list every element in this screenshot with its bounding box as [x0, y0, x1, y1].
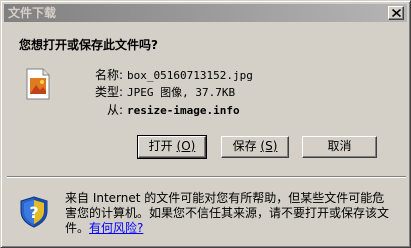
open-button[interactable]: 打开 (O): [137, 135, 207, 159]
window-title: 文件下载: [8, 6, 57, 20]
security-warning: 来自 Internet 的文件可能对您有所帮助，但某些文件可能危害您的计算机。如…: [65, 191, 395, 236]
save-button-label: 保存: [232, 139, 257, 153]
file-name-value: box_05160713152.jpg: [127, 69, 253, 82]
download-question: 您想打开或保存此文件吗?: [19, 38, 158, 52]
jpeg-file-icon: [26, 68, 50, 100]
open-button-label: 打开: [148, 139, 173, 153]
close-button[interactable]: [388, 6, 404, 20]
cancel-button-label: 取消: [327, 139, 352, 153]
svg-text:?: ?: [29, 203, 38, 222]
save-button[interactable]: 保存 (S): [221, 136, 289, 158]
title-bar[interactable]: 文件下载: [4, 4, 407, 22]
save-button-accel: (S): [260, 139, 278, 153]
open-button-accel: (O): [176, 139, 196, 153]
file-download-dialog: 文件下载 您想打开或保存此文件吗? 名称: box_05160713152.jp…: [0, 0, 411, 248]
divider: [7, 176, 406, 178]
from-label: 从:: [106, 103, 123, 117]
type-label: 类型:: [94, 85, 123, 99]
source-value: resize-image.info: [127, 104, 240, 117]
close-icon: [392, 9, 401, 17]
what-is-the-risk-link[interactable]: 有何风险?: [89, 221, 143, 235]
security-shield-icon: ?: [20, 196, 48, 228]
name-label: 名称:: [94, 68, 123, 82]
cancel-button[interactable]: 取消: [302, 136, 377, 158]
file-type-value: JPEG 图像, 37.7KB: [127, 86, 236, 99]
